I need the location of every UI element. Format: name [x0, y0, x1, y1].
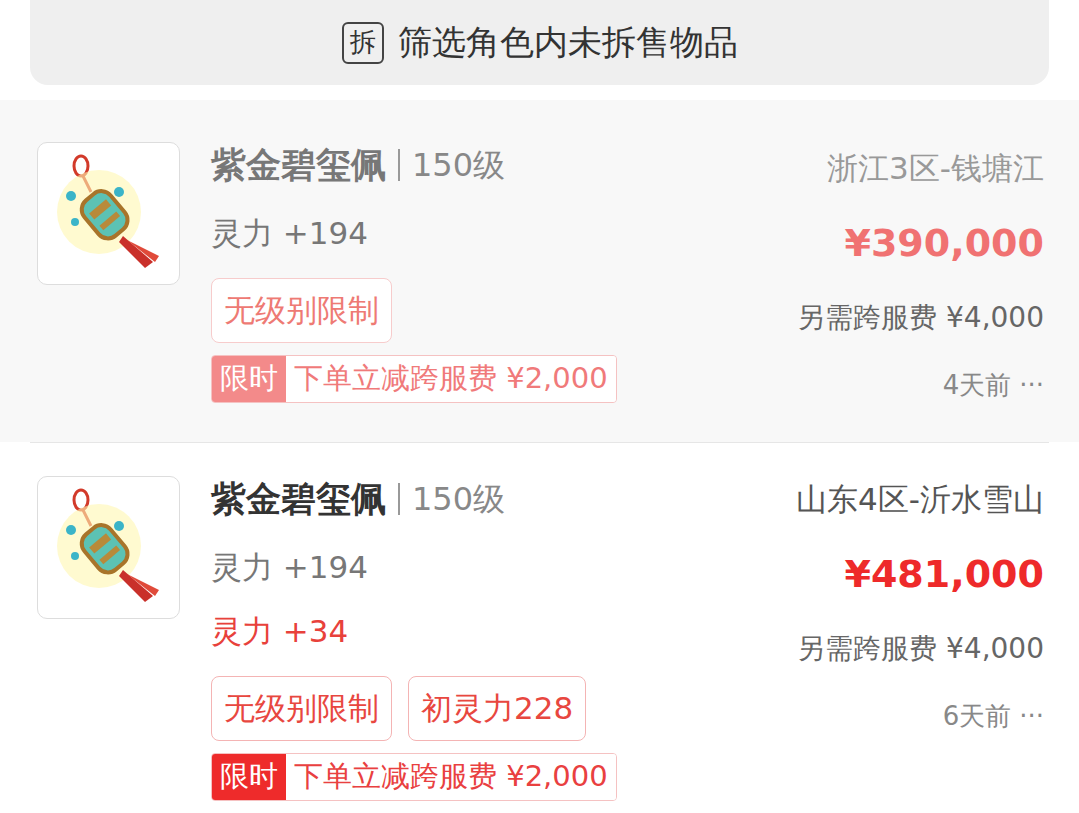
server-name: 山东4区-沂水雪山 — [796, 474, 1044, 524]
cross-server-fee: 另需跨服费 ¥4,000 — [797, 293, 1044, 343]
filter-bar[interactable]: 拆筛选角色内未拆售物品 — [30, 0, 1049, 85]
item-meta: 浙江3区-钱塘江 ¥390,000 另需跨服费 ¥4,000 4天前 ··· — [797, 143, 1044, 407]
pendant-icon[interactable] — [37, 476, 180, 619]
item-tag: 无级别限制 — [211, 278, 392, 343]
pendant-icon[interactable] — [37, 142, 180, 285]
promo-text: 下单立减跨服费 ¥2,000 — [286, 356, 616, 402]
item-meta: 山东4区-沂水雪山 ¥481,000 另需跨服费 ¥4,000 6天前 ··· — [796, 474, 1044, 738]
tag-list: 无级别限制 — [211, 278, 785, 343]
cross-server-fee: 另需跨服费 ¥4,000 — [797, 624, 1044, 674]
item-grade: 150级 — [398, 149, 505, 181]
promo-banner: 限时下单立减跨服费 ¥2,000 — [211, 753, 617, 801]
promo-text: 下单立减跨服费 ¥2,000 — [286, 754, 616, 800]
promo-badge: 限时 — [212, 356, 286, 402]
item-tag: 无级别限制 — [211, 676, 392, 741]
listed-time: 4天前 ··· — [943, 363, 1044, 407]
listing-item[interactable]: 紫金碧玺佩 150级灵力 +194 灵力 +34 无级别限制初灵力228 限时下单立减跨… — [30, 442, 1049, 813]
dismantle-icon: 拆 — [342, 22, 384, 64]
server-name: 浙江3区-钱塘江 — [827, 143, 1044, 193]
listed-time: 6天前 ··· — [943, 694, 1044, 738]
item-title: 紫金碧玺佩 150级 — [211, 140, 785, 190]
promo-badge: 限时 — [212, 754, 286, 800]
item-attribute: 灵力 +34 — [211, 606, 784, 656]
item-info: 紫金碧玺佩 150级灵力 +194 无级别限制限时下单立减跨服费 ¥2,000 — [211, 140, 785, 403]
more-button[interactable]: ··· — [1019, 701, 1044, 731]
item-list: 紫金碧玺佩150级灵力 +194无级别限制限时下单立减跨服费 ¥2,000浙江3… — [0, 100, 1079, 813]
item-attribute: 灵力 +194 — [211, 208, 785, 258]
listing-item[interactable]: 紫金碧玺佩 150级灵力 +194 无级别限制限时下单立减跨服费 ¥2,000 浙江3… — [0, 100, 1079, 442]
price: ¥481,000 — [844, 544, 1044, 604]
item-name[interactable]: 紫金碧玺佩 — [211, 476, 386, 523]
tag-list: 无级别限制初灵力228 — [211, 676, 784, 741]
filter-label[interactable]: 筛选角色内未拆售物品 — [398, 20, 738, 66]
more-button[interactable]: ··· — [1019, 370, 1044, 400]
item-tag: 初灵力228 — [408, 676, 586, 741]
promo-banner: 限时下单立减跨服费 ¥2,000 — [211, 355, 617, 403]
time-text: 4天前 — [943, 370, 1012, 400]
item-name[interactable]: 紫金碧玺佩 — [211, 142, 386, 189]
item-grade: 150级 — [398, 483, 505, 515]
item-attribute: 灵力 +194 — [211, 542, 784, 592]
item-info: 紫金碧玺佩 150级灵力 +194 灵力 +34 无级别限制初灵力228 限时下单立减跨… — [211, 474, 784, 801]
time-text: 6天前 — [943, 701, 1012, 731]
price: ¥390,000 — [844, 213, 1044, 273]
item-title: 紫金碧玺佩 150级 — [211, 474, 784, 524]
